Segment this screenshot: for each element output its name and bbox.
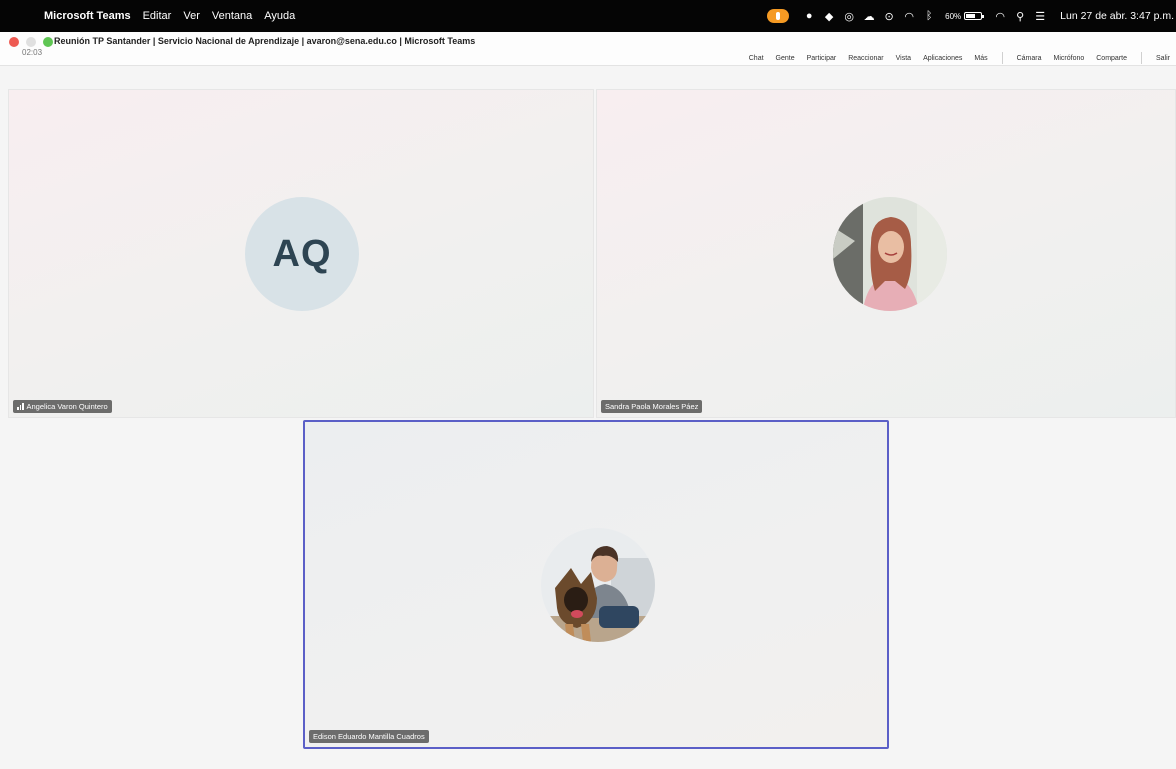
people-button[interactable]: Gente (776, 55, 795, 62)
participant-name: Sandra Paola Morales Páez (605, 402, 699, 411)
profile-photo-avatar (541, 528, 655, 642)
cloud-icon[interactable]: ☁ (859, 10, 879, 23)
participant-name-tag: Edison Eduardo Mantilla Cuadros (309, 730, 429, 743)
connection-signal-icon (17, 403, 24, 410)
more-button[interactable]: Más (974, 55, 987, 62)
window-title: Reunión TP Santander | Servicio Nacional… (54, 36, 476, 46)
status-area: ● ◆ ◎ ☁ ⊙ ◠ ᛒ 60% ◠ ⚲ ☰ Lun 27 de abr. 3… (767, 0, 1174, 32)
meeting-toolbar: Chat Gente Participar Reaccionar Vista A… (743, 52, 1176, 64)
battery-percent: 60% (945, 11, 962, 21)
participant-tile-active-speaker[interactable]: Edison Eduardo Mantilla Cuadros (303, 420, 889, 749)
initials-avatar: AQ (245, 197, 359, 311)
participant-tile[interactable]: Sandra Paola Morales Páez (596, 89, 1176, 418)
menu-ventana[interactable]: Ventana (212, 10, 252, 22)
apps-button[interactable]: Aplicaciones (923, 55, 962, 62)
bluetooth-icon[interactable]: ᛒ (919, 10, 939, 22)
microphone-button[interactable]: Micrófono (1054, 55, 1085, 62)
sync-icon[interactable]: ◎ (839, 10, 859, 23)
menu-editar[interactable]: Editar (143, 10, 172, 22)
meeting-timer: 02:03 (22, 48, 43, 57)
react-button[interactable]: Reaccionar (848, 55, 883, 62)
participant-name-tag: Angelica Varon Quintero (13, 400, 112, 413)
participant-name: Angelica Varon Quintero (26, 402, 108, 411)
grammarly-icon[interactable]: ● (799, 10, 819, 22)
teams-status-icon[interactable]: ◆ (819, 10, 839, 23)
raise-hand-button[interactable]: Participar (807, 55, 837, 62)
participant-tile[interactable]: AQ Angelica Varon Quintero (8, 89, 594, 418)
menu-ver[interactable]: Ver (183, 10, 200, 22)
mic-in-use-icon[interactable] (767, 9, 790, 23)
toolbar-divider (1001, 52, 1003, 64)
control-center-icon[interactable]: ☰ (1030, 10, 1050, 23)
chat-button[interactable]: Chat (749, 55, 764, 62)
macos-menu-bar: Microsoft Teams Editar Ver Ventana Ayuda… (0, 0, 1176, 32)
toolbar-divider (1140, 52, 1142, 64)
record-icon[interactable]: ⊙ (879, 10, 899, 23)
menu-app-name[interactable]: Microsoft Teams (44, 10, 131, 22)
window-controls (9, 37, 53, 47)
close-window-button[interactable] (9, 37, 19, 47)
wifi-icon[interactable]: ◠ (990, 10, 1010, 23)
leave-button[interactable]: Salir (1156, 55, 1170, 62)
camera-button[interactable]: Cámara (1017, 55, 1042, 62)
airdrop-icon[interactable]: ◠ (899, 10, 919, 23)
battery-icon[interactable] (964, 12, 985, 20)
menubar-clock[interactable]: Lun 27 de abr. 3:47 p.m. (1060, 10, 1174, 22)
share-button[interactable]: Comparte (1096, 55, 1127, 62)
window-title-bar: Reunión TP Santander | Servicio Nacional… (0, 32, 1176, 66)
avatar-initials: AQ (272, 232, 332, 275)
man-with-dog-image (541, 528, 655, 642)
participant-name: Edison Eduardo Mantilla Cuadros (313, 732, 425, 741)
menu-ayuda[interactable]: Ayuda (264, 10, 295, 22)
view-button[interactable]: Vista (896, 55, 911, 62)
minimize-window-button[interactable] (26, 37, 36, 47)
participant-name-tag: Sandra Paola Morales Páez (601, 400, 703, 413)
maximize-window-button[interactable] (43, 37, 53, 47)
profile-photo-avatar (833, 197, 947, 311)
spotlight-search-icon[interactable]: ⚲ (1010, 10, 1030, 23)
woman-portrait-image (833, 197, 947, 311)
